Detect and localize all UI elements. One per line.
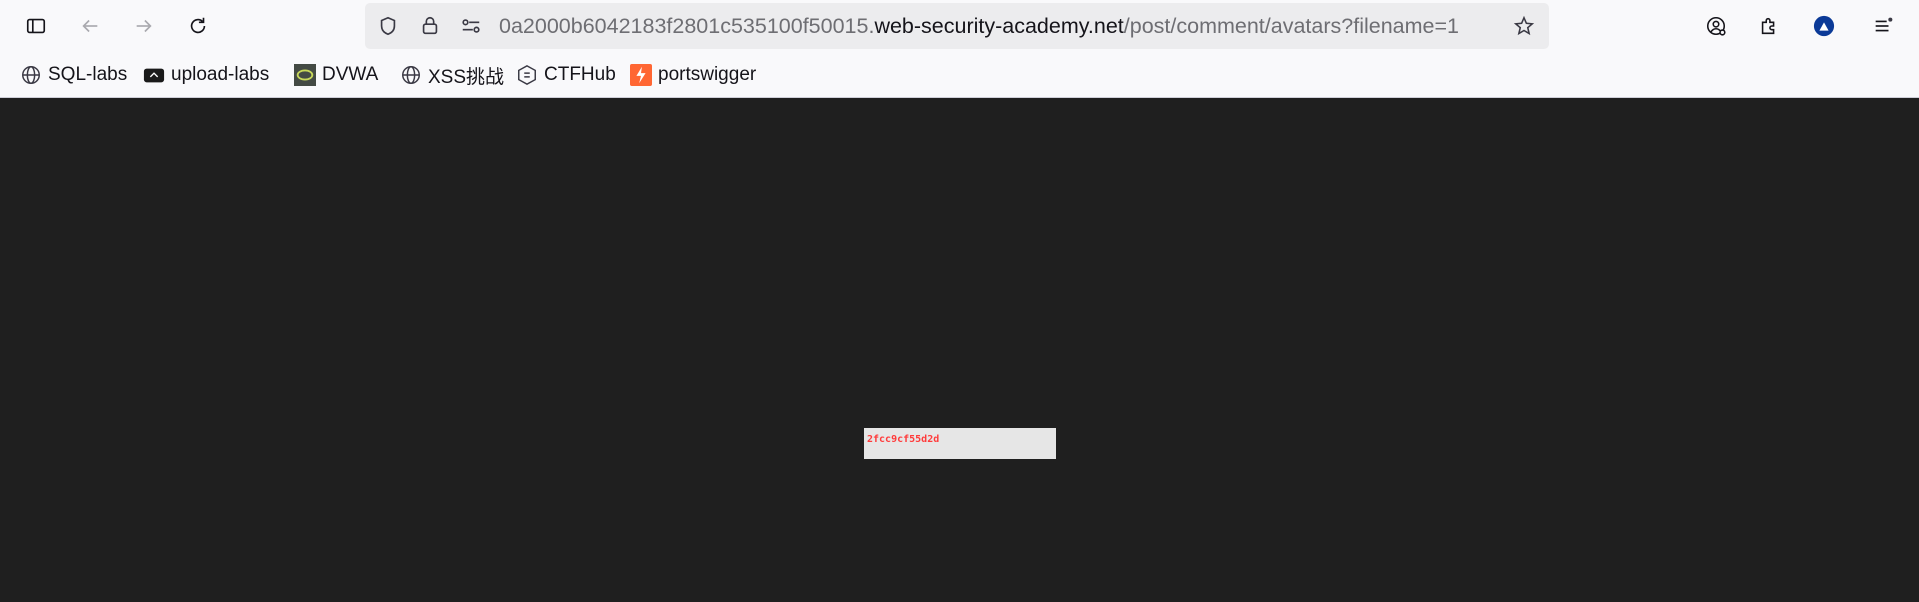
forward-button[interactable] xyxy=(126,8,162,44)
bookmark-xss[interactable]: XSS挑战 xyxy=(400,61,504,89)
upload-labs-icon xyxy=(143,64,165,86)
bookmark-label: DVWA xyxy=(322,64,379,85)
bookmark-label: XSS挑战 xyxy=(428,66,505,88)
permissions-icon[interactable] xyxy=(459,14,483,38)
lock-icon[interactable] xyxy=(418,14,442,38)
bookmark-portswigger[interactable]: portswigger xyxy=(630,61,756,89)
globe-icon xyxy=(20,64,42,86)
shield-icon[interactable] xyxy=(376,14,400,38)
url-path: /post/comment/avatars?filename=1 xyxy=(1123,14,1459,38)
dvwa-icon xyxy=(294,64,316,86)
portswigger-icon xyxy=(630,64,652,86)
reload-icon xyxy=(190,17,206,34)
puzzle-icon[interactable] xyxy=(1751,8,1787,44)
url-text[interactable]: 0a2000b6042183f2801c535100f50015.web-sec… xyxy=(499,3,1484,49)
bookmark-label: CTFHub xyxy=(544,64,616,85)
page-content: 2fcc9cf55d2d xyxy=(0,99,1919,602)
bookmark-label: portswigger xyxy=(658,64,757,85)
bookmark-dvwa[interactable]: DVWA xyxy=(294,61,378,89)
avatar-image: 2fcc9cf55d2d xyxy=(864,428,1056,459)
globe-icon xyxy=(400,64,422,86)
arrow-left-icon xyxy=(82,19,98,33)
profile-icon[interactable] xyxy=(1806,8,1842,44)
bookmark-ctfhub[interactable]: CTFHub xyxy=(516,61,616,89)
bookmark-sql-labs[interactable]: SQL-labs xyxy=(20,61,127,89)
address-bar[interactable]: 0a2000b6042183f2801c535100f50015.web-sec… xyxy=(365,3,1549,49)
star-icon[interactable] xyxy=(1512,14,1536,38)
menu-icon[interactable] xyxy=(1865,8,1901,44)
url-prefix: 0a2000b6042183f2801c535100f50015. xyxy=(499,14,875,38)
bookmark-label: upload-labs xyxy=(171,64,270,85)
url-domain: web-security-academy.net xyxy=(874,14,1124,38)
sidebar-icon[interactable] xyxy=(18,8,54,44)
bookmarks-bar: SQL-labs upload-labs DVWA XSS挑战 CTFHub p… xyxy=(0,52,1919,98)
bookmark-label: SQL-labs xyxy=(48,64,128,85)
account-icon[interactable] xyxy=(1698,8,1734,44)
image-text: 2fcc9cf55d2d xyxy=(867,434,940,445)
browser-toolbar: 0a2000b6042183f2801c535100f50015.web-sec… xyxy=(0,0,1919,52)
back-button[interactable] xyxy=(72,8,108,44)
arrow-right-icon xyxy=(136,19,152,33)
ctfhub-icon xyxy=(516,64,538,86)
reload-button[interactable] xyxy=(180,8,216,44)
bookmark-upload-labs[interactable]: upload-labs xyxy=(143,61,269,89)
